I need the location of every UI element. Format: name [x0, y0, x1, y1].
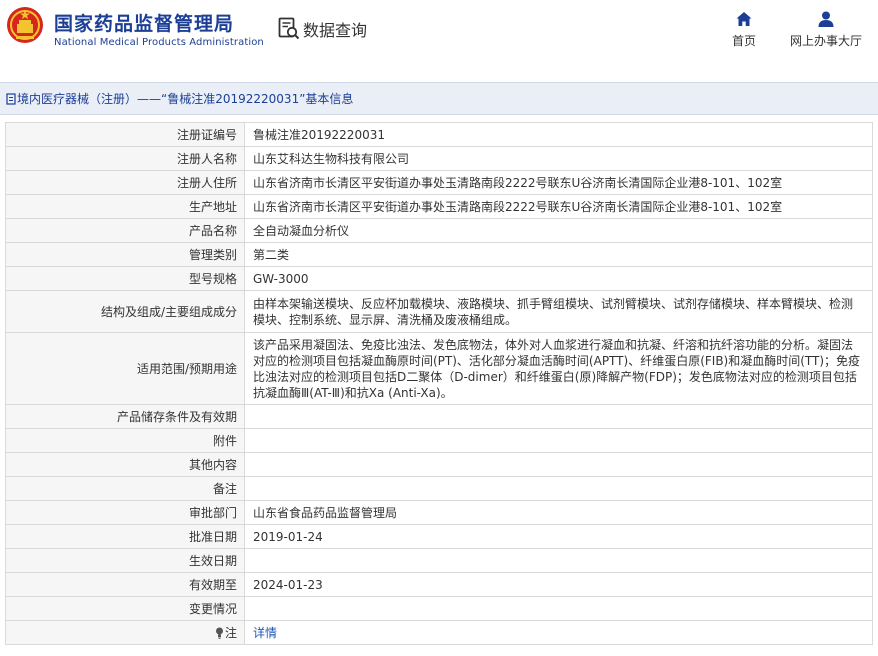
table-row: 产品名称 全自动凝血分析仪 [5, 218, 873, 243]
nav-online-service-hall[interactable]: 网上办事大厅 [790, 10, 862, 49]
row-value [244, 596, 873, 621]
row-label: 审批部门 [5, 500, 245, 525]
note-label: 注 [224, 625, 237, 640]
table-row: 注册证编号 鲁械注准20192220031 [5, 122, 873, 147]
document-icon [6, 92, 16, 105]
row-label: 注册证编号 [5, 122, 245, 147]
table-row: 备注 [5, 476, 873, 501]
nav-home-label: 首页 [732, 34, 757, 48]
table-row: 注册人住所 山东省济南市长清区平安街道办事处玉清路南段2222号联东U谷济南长清… [5, 170, 873, 195]
row-label: 结构及组成/主要组成成分 [5, 290, 245, 333]
row-value: GW-3000 [244, 266, 873, 291]
nav-home[interactable]: 首页 [732, 10, 756, 49]
row-value [244, 452, 873, 477]
table-row: 有效期至 2024-01-23 [5, 572, 873, 597]
table-row: 结构及组成/主要组成成分 由样本架输送模块、反应杯加载模块、液路模块、抓手臂组模… [5, 290, 873, 333]
registration-detail-table: 注册证编号 鲁械注准20192220031 注册人名称 山东艾科达生物科技有限公… [5, 122, 873, 645]
row-label: 产品储存条件及有效期 [5, 404, 245, 429]
table-row: 生效日期 [5, 548, 873, 573]
table-row: 批准日期 2019-01-24 [5, 524, 873, 549]
row-label: 批准日期 [5, 524, 245, 549]
user-icon [818, 11, 834, 27]
row-label: 产品名称 [5, 218, 245, 243]
row-value: 2024-01-23 [244, 572, 873, 597]
details-link[interactable]: 详情 [253, 626, 277, 640]
table-row: 生产地址 山东省济南市长清区平安街道办事处玉清路南段2222号联东U谷济南长清国… [5, 194, 873, 219]
national-emblem-icon [7, 7, 43, 43]
row-value: 山东艾科达生物科技有限公司 [244, 146, 873, 171]
note-label-cell: 注 [5, 620, 245, 645]
row-value [244, 476, 873, 501]
row-label: 生效日期 [5, 548, 245, 573]
row-label: 备注 [5, 476, 245, 501]
row-value [244, 548, 873, 573]
row-label: 管理类别 [5, 242, 245, 267]
table-row: 附件 [5, 428, 873, 453]
row-value: 山东省济南市长清区平安街道办事处玉清路南段2222号联东U谷济南长清国际企业港8… [244, 194, 873, 219]
row-value [244, 404, 873, 429]
table-row: 其他内容 [5, 452, 873, 477]
row-value: 全自动凝血分析仪 [244, 218, 873, 243]
table-row: 审批部门 山东省食品药品监督管理局 [5, 500, 873, 525]
row-value: 山东省济南市长清区平安街道办事处玉清路南段2222号联东U谷济南长清国际企业港8… [244, 170, 873, 195]
table-row: 适用范围/预期用途 该产品采用凝固法、免疫比浊法、发色底物法，体外对人血浆进行凝… [5, 332, 873, 405]
home-icon [736, 12, 752, 26]
row-label: 生产地址 [5, 194, 245, 219]
data-query-title: 数据查询 [278, 16, 367, 42]
table-row: 产品储存条件及有效期 [5, 404, 873, 429]
row-value: 2019-01-24 [244, 524, 873, 549]
row-value: 该产品采用凝固法、免疫比浊法、发色底物法，体外对人血浆进行凝血和抗凝、纤溶和抗纤… [244, 332, 873, 405]
table-row-note: 注 详情 [5, 620, 873, 645]
site-name-cn: 国家药品监督管理局 [54, 13, 235, 35]
document-search-icon [278, 17, 300, 40]
site-header: 国家药品监督管理局 National Medical Products Admi… [0, 0, 878, 66]
row-value: 山东省食品药品监督管理局 [244, 500, 873, 525]
row-label: 其他内容 [5, 452, 245, 477]
row-label: 型号规格 [5, 266, 245, 291]
row-label: 注册人住所 [5, 170, 245, 195]
table-row: 注册人名称 山东艾科达生物科技有限公司 [5, 146, 873, 171]
data-query-label: 数据查询 [303, 21, 368, 40]
lightbulb-icon [215, 627, 223, 639]
note-value-cell: 详情 [244, 620, 873, 645]
row-label: 附件 [5, 428, 245, 453]
row-label: 有效期至 [5, 572, 245, 597]
breadcrumb-text: 境内医疗器械（注册）——“鲁械注准20192220031”基本信息 [17, 92, 354, 106]
row-value: 第二类 [244, 242, 873, 267]
row-value [244, 428, 873, 453]
row-value: 鲁械注准20192220031 [244, 122, 873, 147]
table-row: 管理类别 第二类 [5, 242, 873, 267]
breadcrumb: 境内医疗器械（注册）——“鲁械注准20192220031”基本信息 [0, 82, 878, 115]
row-label: 适用范围/预期用途 [5, 332, 245, 405]
site-name-en: National Medical Products Administration [54, 37, 264, 48]
nav-online-service-hall-label: 网上办事大厅 [790, 34, 863, 48]
row-value: 由样本架输送模块、反应杯加载模块、液路模块、抓手臂组模块、试剂臂模块、试剂存储模… [244, 290, 873, 333]
row-label: 变更情况 [5, 596, 245, 621]
row-label: 注册人名称 [5, 146, 245, 171]
table-row: 型号规格 GW-3000 [5, 266, 873, 291]
table-row: 变更情况 [5, 596, 873, 621]
